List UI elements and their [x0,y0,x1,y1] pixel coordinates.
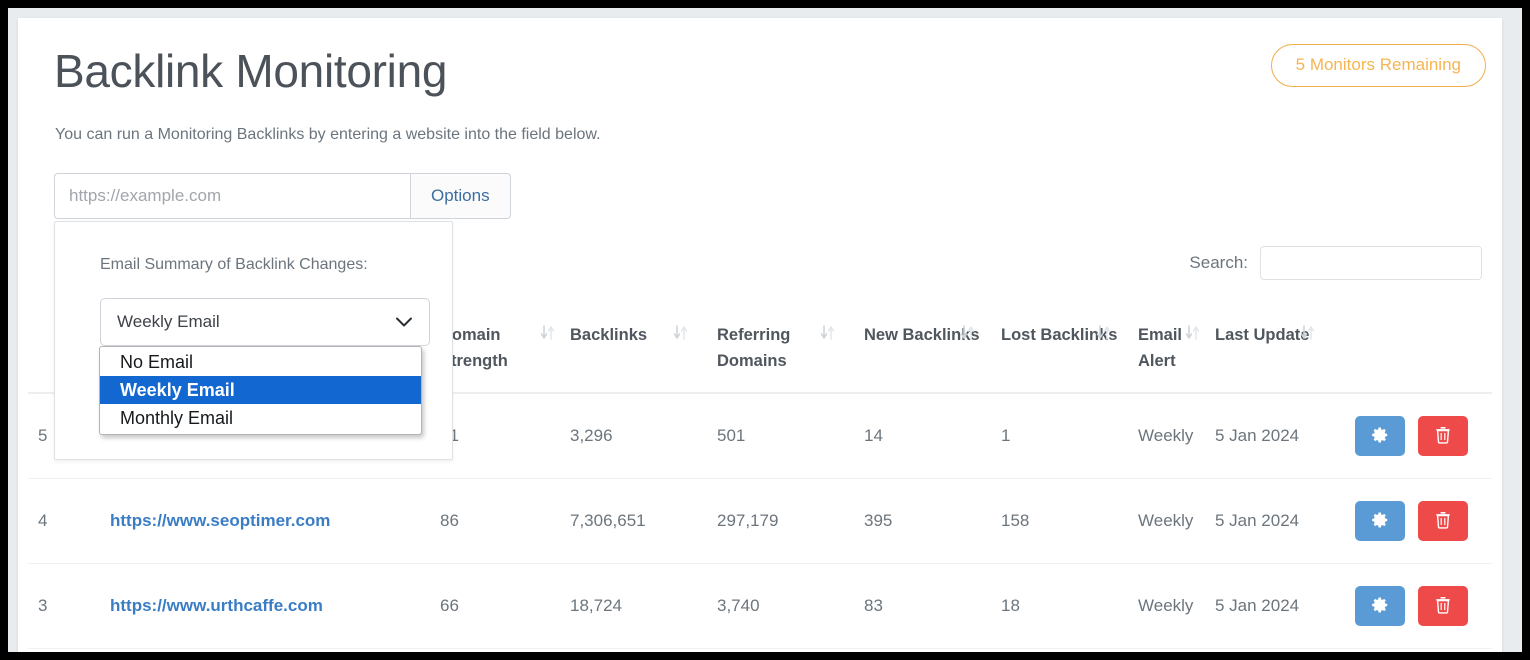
row-index: 4 [28,479,100,564]
row-referring-domains: 3,740 [707,564,854,649]
option-weekly-email[interactable]: Weekly Email [100,376,421,404]
row-lost-backlinks: 158 [991,479,1128,564]
row-referring-domains: 2,981 [707,649,854,653]
col-email-alert[interactable]: Email Alert [1128,314,1205,393]
col-new-backlinks[interactable]: New Backlinks [854,314,991,393]
sort-icon[interactable] [1185,324,1201,341]
delete-button[interactable] [1418,501,1468,541]
row-last-update: 5 Jan 2024 [1205,564,1345,649]
col-referring-domains[interactable]: Referring Domains [707,314,854,393]
email-frequency-selected-value: Weekly Email [117,312,220,332]
row-domain-strength: 66 [430,564,560,649]
col-backlinks-label: Backlinks [570,326,647,344]
row-website[interactable]: https://www.urthcaffe.com [100,564,430,649]
delete-button[interactable] [1418,586,1468,626]
search-input[interactable] [1260,246,1482,280]
row-lost-backlinks: 66 [991,649,1128,653]
row-email-alert: Weekly [1128,649,1205,653]
chevron-down-icon [395,316,413,328]
search-label: Search: [1189,253,1248,273]
email-frequency-option-list[interactable]: No Email Weekly Email Monthly Email [99,346,422,435]
option-no-email[interactable]: No Email [100,348,421,376]
row-new-backlinks: 14 [854,393,991,479]
page-title: Backlink Monitoring [54,44,447,98]
trash-icon [1435,596,1451,617]
col-backlinks[interactable]: Backlinks [560,314,707,393]
sort-icon[interactable] [1300,324,1316,341]
table-row: 4 https://www.seoptimer.com 86 7,306,651… [28,479,1492,564]
sort-icon[interactable] [820,324,836,341]
row-index: 2 [28,649,100,653]
row-actions [1345,393,1492,479]
row-email-alert: Weekly [1128,564,1205,649]
row-domain-strength: 86 [430,479,560,564]
row-domain-strength: 73 [430,649,560,653]
sort-icon[interactable] [1096,324,1112,341]
options-button[interactable]: Options [410,173,511,219]
url-entry-row: Options [54,173,511,219]
sort-icon[interactable] [673,324,689,341]
settings-button[interactable] [1355,416,1405,456]
website-link[interactable]: https://www.seoptimer.com [110,511,330,530]
settings-button[interactable] [1355,586,1405,626]
options-panel: Email Summary of Backlink Changes: Weekl… [54,221,453,460]
page-subtitle: You can run a Monitoring Backlinks by en… [55,126,601,144]
col-email-alert-label: Email Alert [1138,326,1182,370]
col-referring-domains-label: Referring Domains [717,326,790,370]
row-website[interactable]: https://www.vervecoffee.com [100,649,430,653]
row-backlinks: 7,306,651 [560,479,707,564]
row-referring-domains: 501 [707,393,854,479]
website-url-input[interactable] [54,173,410,219]
row-new-backlinks: 1,422 [854,649,991,653]
row-new-backlinks: 395 [854,479,991,564]
row-backlinks: 18,724 [560,564,707,649]
col-last-update[interactable]: Last Update [1205,314,1345,393]
col-last-update-label: Last Update [1215,326,1309,344]
table-search: Search: [1189,246,1482,280]
trash-icon [1435,511,1451,532]
monitors-remaining-badge: 5 Monitors Remaining [1271,44,1486,87]
row-website[interactable]: https://www.seoptimer.com [100,479,430,564]
gear-icon [1371,426,1389,447]
row-actions [1345,564,1492,649]
row-last-update: 5 Jan 2024 [1205,479,1345,564]
table-row: 2 https://www.vervecoffee.com 73 133,685… [28,649,1492,653]
backlink-monitoring-card: Backlink Monitoring 5 Monitors Remaining… [18,18,1502,652]
row-backlinks: 3,296 [560,393,707,479]
settings-button[interactable] [1355,501,1405,541]
option-monthly-email[interactable]: Monthly Email [100,404,421,432]
row-lost-backlinks: 1 [991,393,1128,479]
gear-icon [1371,596,1389,617]
browser-viewport: Backlink Monitoring 5 Monitors Remaining… [8,8,1522,652]
row-index: 3 [28,564,100,649]
row-backlinks: 133,685 [560,649,707,653]
row-email-alert: Weekly [1128,479,1205,564]
sort-icon[interactable] [540,324,556,341]
email-summary-label: Email Summary of Backlink Changes: [100,256,368,274]
col-actions[interactable] [1345,314,1492,393]
row-last-update: 5 Jan 2024 [1205,393,1345,479]
sort-icon[interactable] [960,324,976,341]
trash-icon [1435,426,1451,447]
website-link[interactable]: https://www.urthcaffe.com [110,596,323,615]
col-lost-backlinks[interactable]: Lost Backlinks [991,314,1128,393]
delete-button[interactable] [1418,416,1468,456]
gear-icon [1371,511,1389,532]
table-row: 3 https://www.urthcaffe.com 66 18,724 3,… [28,564,1492,649]
row-actions [1345,479,1492,564]
row-referring-domains: 297,179 [707,479,854,564]
row-last-update: 5 Jan 2024 [1205,649,1345,653]
row-lost-backlinks: 18 [991,564,1128,649]
row-email-alert: Weekly [1128,393,1205,479]
row-new-backlinks: 83 [854,564,991,649]
email-frequency-select[interactable]: Weekly Email [100,298,430,346]
row-actions [1345,649,1492,653]
